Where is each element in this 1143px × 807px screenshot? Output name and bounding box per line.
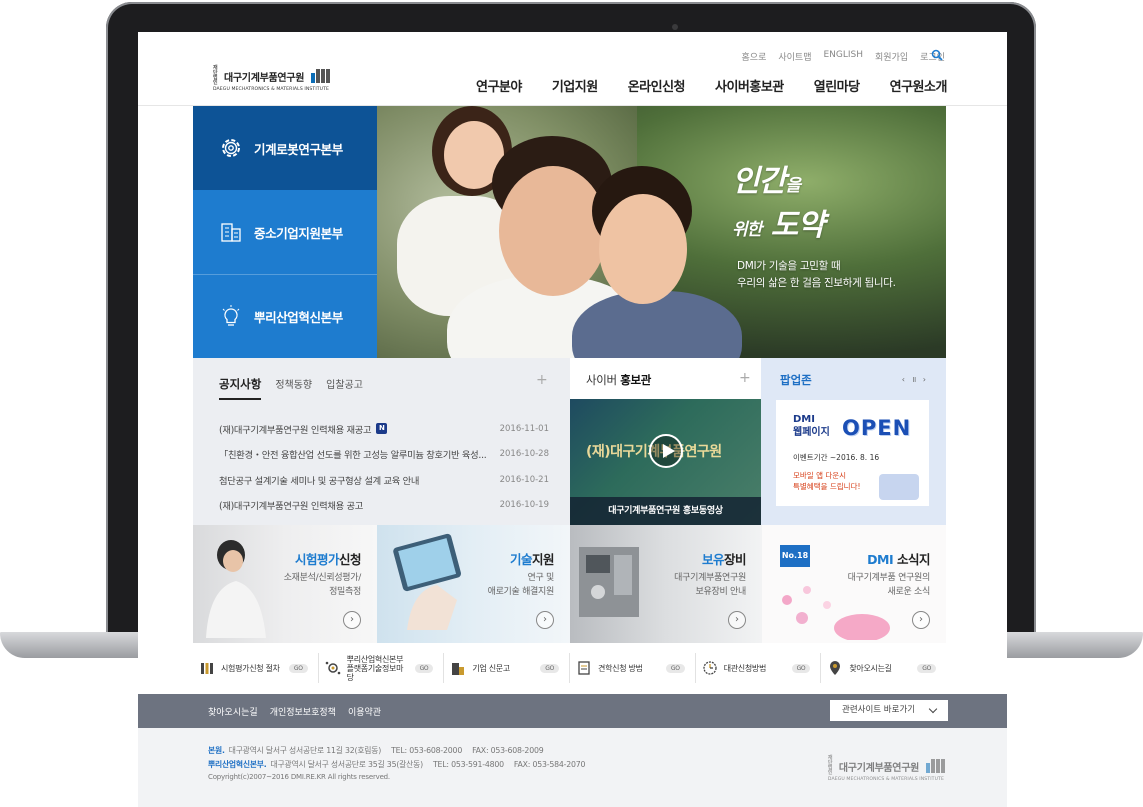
footer-links: 찾아오시는길 개인정보보호정책 이용약관 — [208, 705, 381, 718]
nav-about[interactable]: 연구원소개 — [890, 76, 948, 95]
notice-board: 공지사항 정책동향 입찰공고 + (재)대구기계부품연구원 인력채용 재공고 N … — [193, 358, 570, 525]
list-item[interactable]: (재)대구기계부품연구원 인력채용 공고 2016-10-19 — [219, 493, 549, 519]
lightbulb-icon — [222, 304, 240, 326]
logo-foundation-text: 재단법인 — [213, 65, 218, 86]
list-item[interactable]: 첨단공구 설계기술 세미나 및 공구형상 설계 교육 안내 2016-10-21 — [219, 467, 549, 493]
microscope-person-image — [206, 540, 266, 638]
quick-link-corporate-petition[interactable]: 기업 신문고 GO — [444, 653, 571, 683]
banner-newsletter[interactable]: No.18 DMI 소식지 대구기계부품 연구원의 새로운 소식 › — [762, 525, 946, 643]
document-icon — [578, 661, 590, 675]
tab-policy[interactable]: 정책동향 — [275, 376, 312, 391]
footer-link-terms[interactable]: 이용약관 — [348, 705, 381, 718]
popup-event-date: 이벤트기간 ~2016. 8. 16 — [793, 453, 880, 462]
arrow-right-icon[interactable]: › — [343, 611, 361, 629]
gear-icon — [222, 139, 240, 157]
tab-notice[interactable]: 공지사항 — [219, 376, 262, 400]
footer: 본원. 대구광역시 달서구 성서공단로 11길 32(호림동) TEL: 053-6… — [138, 728, 1007, 807]
play-icon[interactable] — [649, 434, 683, 468]
list-item[interactable]: (재)대구기계부품연구원 인력채용 재공고 N 2016-11-01 — [219, 416, 549, 442]
footer-info: 본원. 대구광역시 달서구 성서공단로 11길 32(호림동) TEL: 053-6… — [208, 744, 586, 785]
logo-mark-icon — [926, 759, 945, 773]
logo-mark-icon — [311, 69, 331, 83]
banner-test-evaluation[interactable]: 시험평가신청 소재분석/신뢰성평가/정밀측정 › — [193, 525, 377, 643]
promo-video[interactable]: (재)대구기계부품연구원 대구기계부품연구원 홍보동영상 — [570, 399, 761, 525]
website-screen: 재단법인 대구기계부품연구원 DAEGU MECHATRONICS & MATE… — [138, 32, 1007, 807]
division-sme-support[interactable]: 중소기업지원본부 — [193, 190, 377, 274]
popup-decoration — [879, 474, 919, 500]
util-english[interactable]: ENGLISH — [823, 50, 863, 63]
quick-link-directions[interactable]: 찾아오시는길 GO — [821, 653, 946, 683]
division-menu: 기계로봇연구본부 중소기업지원본부 뿌리산업혁신본부 — [193, 106, 377, 358]
video-caption: 대구기계부품연구원 홍보동영상 — [570, 497, 761, 525]
division-root-industry[interactable]: 뿌리산업혁신본부 — [193, 274, 377, 358]
notice-list: (재)대구기계부품연구원 인력채용 재공고 N 2016-11-01 「친환경・안… — [219, 416, 549, 518]
division-label: 중소기업지원본부 — [254, 225, 343, 241]
util-home[interactable]: 홈으로 — [742, 50, 767, 63]
tablet-hand-image — [393, 533, 462, 630]
main-nav: 연구분야 기업지원 온라인신청 사이버홍보관 열린마당 연구원소개 — [476, 76, 947, 95]
nav-open-forum[interactable]: 열린마당 — [814, 76, 860, 95]
building-icon — [221, 223, 241, 242]
banner-tech-support[interactable]: 기술지원 연구 및 애로기술 해결지원 › — [377, 525, 570, 643]
machine-equipment-image — [579, 547, 639, 617]
issue-badge: No.18 — [780, 545, 810, 567]
camera-dot — [672, 24, 678, 30]
arrow-right-icon[interactable]: › — [728, 611, 746, 629]
popup-controls[interactable]: ‹ ॥ › — [902, 374, 928, 385]
building-icon — [452, 663, 465, 675]
tab-bid[interactable]: 입찰공고 — [326, 376, 363, 391]
related-sites-select[interactable]: 관련사이트 바로가기 — [830, 700, 948, 721]
list-item[interactable]: 「친환경・안전 융합산업 선도를 위한 고성능 알루미늄 창호기반 육성... … — [219, 442, 549, 468]
nav-support[interactable]: 기업지원 — [552, 76, 598, 95]
quick-link-platform-info[interactable]: 뿌리산업혁신본부 플랫폼기술정보마당 GO — [319, 653, 445, 683]
copyright: Copyright(c)2007~2016 DMI.RE.KR All righ… — [208, 773, 390, 781]
division-machine-robot[interactable]: 기계로봇연구본부 — [193, 106, 377, 190]
notice-tabs: 공지사항 정책동향 입찰공고 — [219, 376, 363, 400]
hero-banner: 인간을 위한 도약 DMI가 기술을 고민할 때 우리의 삶은 한 걸음 진보하… — [377, 106, 946, 358]
search-icon[interactable] — [931, 49, 943, 61]
arrow-right-icon[interactable]: › — [536, 611, 554, 629]
popup-zone-title: 팝업존 — [780, 373, 812, 387]
test-tubes-icon — [201, 663, 213, 674]
popup-note: 모바일 앱 다운시 특별혜택을 드립니다! — [793, 471, 861, 491]
footer-bar: 찾아오시는길 개인정보보호정책 이용약관 관련사이트 바로가기 — [138, 694, 1007, 728]
nav-research[interactable]: 연구분야 — [476, 76, 522, 95]
new-badge: N — [376, 423, 388, 435]
logo-name: 대구기계부품연구원 — [224, 72, 305, 84]
hero-copy: DMI가 기술을 고민할 때 우리의 삶은 한 걸음 진보하게 됩니다. — [737, 260, 896, 289]
footer-logo: 재단법인 대구기계부품연구원 DAEGU MECHATRONICS & MATE… — [827, 755, 945, 782]
quick-links: 시험평가신청 절차 GO 뿌리산업혁신본부 플랫폼기술정보마당 GO 기업 신문… — [193, 653, 946, 683]
banner-equipment[interactable]: 보유장비 대구기계부품연구원 보유장비 안내 › — [570, 525, 762, 643]
popup-card[interactable]: DMI 웹페이지 OPEN 이벤트기간 ~2016. 8. 16 모바일 앱 다… — [776, 400, 929, 506]
util-sitemap[interactable]: 사이트맵 — [778, 50, 811, 63]
service-banners: 시험평가신청 소재분석/신뢰성평가/정밀측정 › 기술지원 연구 및 애로기술 해… — [193, 525, 946, 643]
nav-online-apply[interactable]: 온라인신청 — [628, 76, 686, 95]
quick-link-test-procedure[interactable]: 시험평가신청 절차 GO — [193, 653, 319, 683]
cyber-pr-more-plus-icon[interactable]: + — [739, 370, 751, 386]
popup-open-text: OPEN — [842, 416, 912, 440]
hero-title: 인간을 위한 도약 — [732, 164, 825, 243]
logo-english: DAEGU MECHATRONICS & MATERIALS INSTITUTE — [213, 87, 330, 92]
quick-link-tour-apply[interactable]: 견학신청 방법 GO — [570, 653, 696, 683]
popup-dmi-label: DMI 웹페이지 — [793, 414, 830, 438]
cyber-pr-panel: 사이버 홍보관 + (재)대구기계부품연구원 대구기계부품연구원 홍보동영상 — [570, 358, 761, 525]
site-logo[interactable]: 재단법인 대구기계부품연구원 DAEGU MECHATRONICS & MATE… — [213, 65, 331, 92]
util-join[interactable]: 회원가입 — [875, 50, 908, 63]
gear-network-icon — [325, 661, 340, 675]
division-label: 기계로봇연구본부 — [254, 141, 343, 157]
footer-link-privacy[interactable]: 개인정보보호정책 — [270, 705, 336, 718]
nav-cyber-pr[interactable]: 사이버홍보관 — [715, 76, 784, 95]
notice-more-plus-icon[interactable]: + — [536, 372, 548, 388]
popup-zone: 팝업존 ‹ ॥ › DMI 웹페이지 OPEN 이벤트기간 ~2016. 8. … — [761, 358, 946, 525]
quick-link-rental-apply[interactable]: 대관신청방법 GO — [696, 653, 822, 683]
footer-link-directions[interactable]: 찾아오시는길 — [208, 705, 258, 718]
division-label: 뿌리산업혁신본부 — [254, 310, 343, 325]
clock-icon — [703, 661, 717, 675]
site-header: 재단법인 대구기계부품연구원 DAEGU MECHATRONICS & MATE… — [138, 32, 1007, 106]
cyber-pr-title: 사이버 홍보관 — [586, 373, 652, 387]
location-pin-icon — [830, 661, 841, 675]
arrow-right-icon[interactable]: › — [912, 611, 930, 629]
utility-nav: 홈으로 사이트맵 ENGLISH 회원가입 로그인 — [742, 50, 945, 63]
